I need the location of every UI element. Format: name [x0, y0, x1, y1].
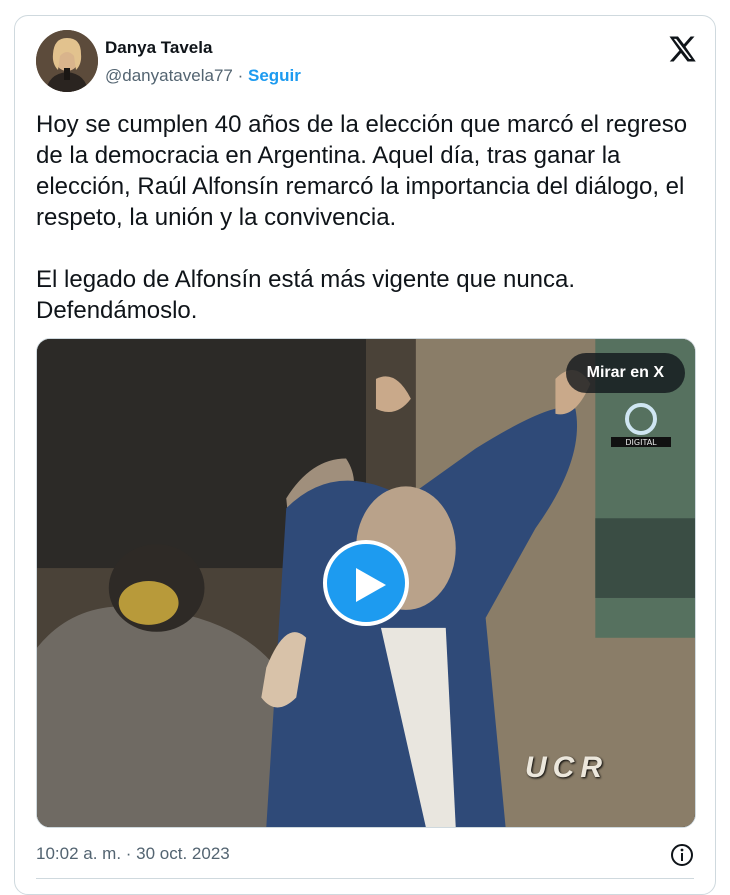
video-player[interactable]: DIGITAL Mirar en X UCR: [36, 338, 696, 828]
tweet-card: Danya Tavela @danyatavela77 · Seguir Hoy…: [14, 15, 716, 895]
avatar[interactable]: [36, 30, 98, 92]
separator: ·: [237, 66, 244, 85]
author-name[interactable]: Danya Tavela: [105, 38, 212, 58]
tweet-paragraph: El legado de Alfonsín está más vigente q…: [36, 266, 576, 324]
x-logo-icon[interactable]: [667, 34, 697, 64]
video-overlay-text: UCR: [525, 751, 608, 784]
watch-on-x-button[interactable]: Mirar en X: [565, 353, 685, 393]
author-handle[interactable]: @danyatavela77: [105, 66, 233, 85]
info-icon[interactable]: [670, 843, 694, 867]
author-handle-line: @danyatavela77 · Seguir: [105, 66, 301, 86]
tweet-paragraph: Hoy se cumplen 40 años de la elección qu…: [36, 111, 688, 231]
follow-button[interactable]: Seguir: [248, 66, 301, 85]
channel-logo-icon: DIGITAL: [611, 403, 671, 447]
tweet-text: Hoy se cumplen 40 años de la elección qu…: [36, 109, 706, 326]
divider: [36, 878, 694, 879]
svg-text:DIGITAL: DIGITAL: [625, 438, 657, 447]
play-icon: [356, 568, 386, 602]
user-avatar-icon: [36, 30, 98, 92]
play-button[interactable]: [323, 540, 409, 626]
tweet-timestamp[interactable]: 10:02 a. m. · 30 oct. 2023: [36, 844, 230, 864]
